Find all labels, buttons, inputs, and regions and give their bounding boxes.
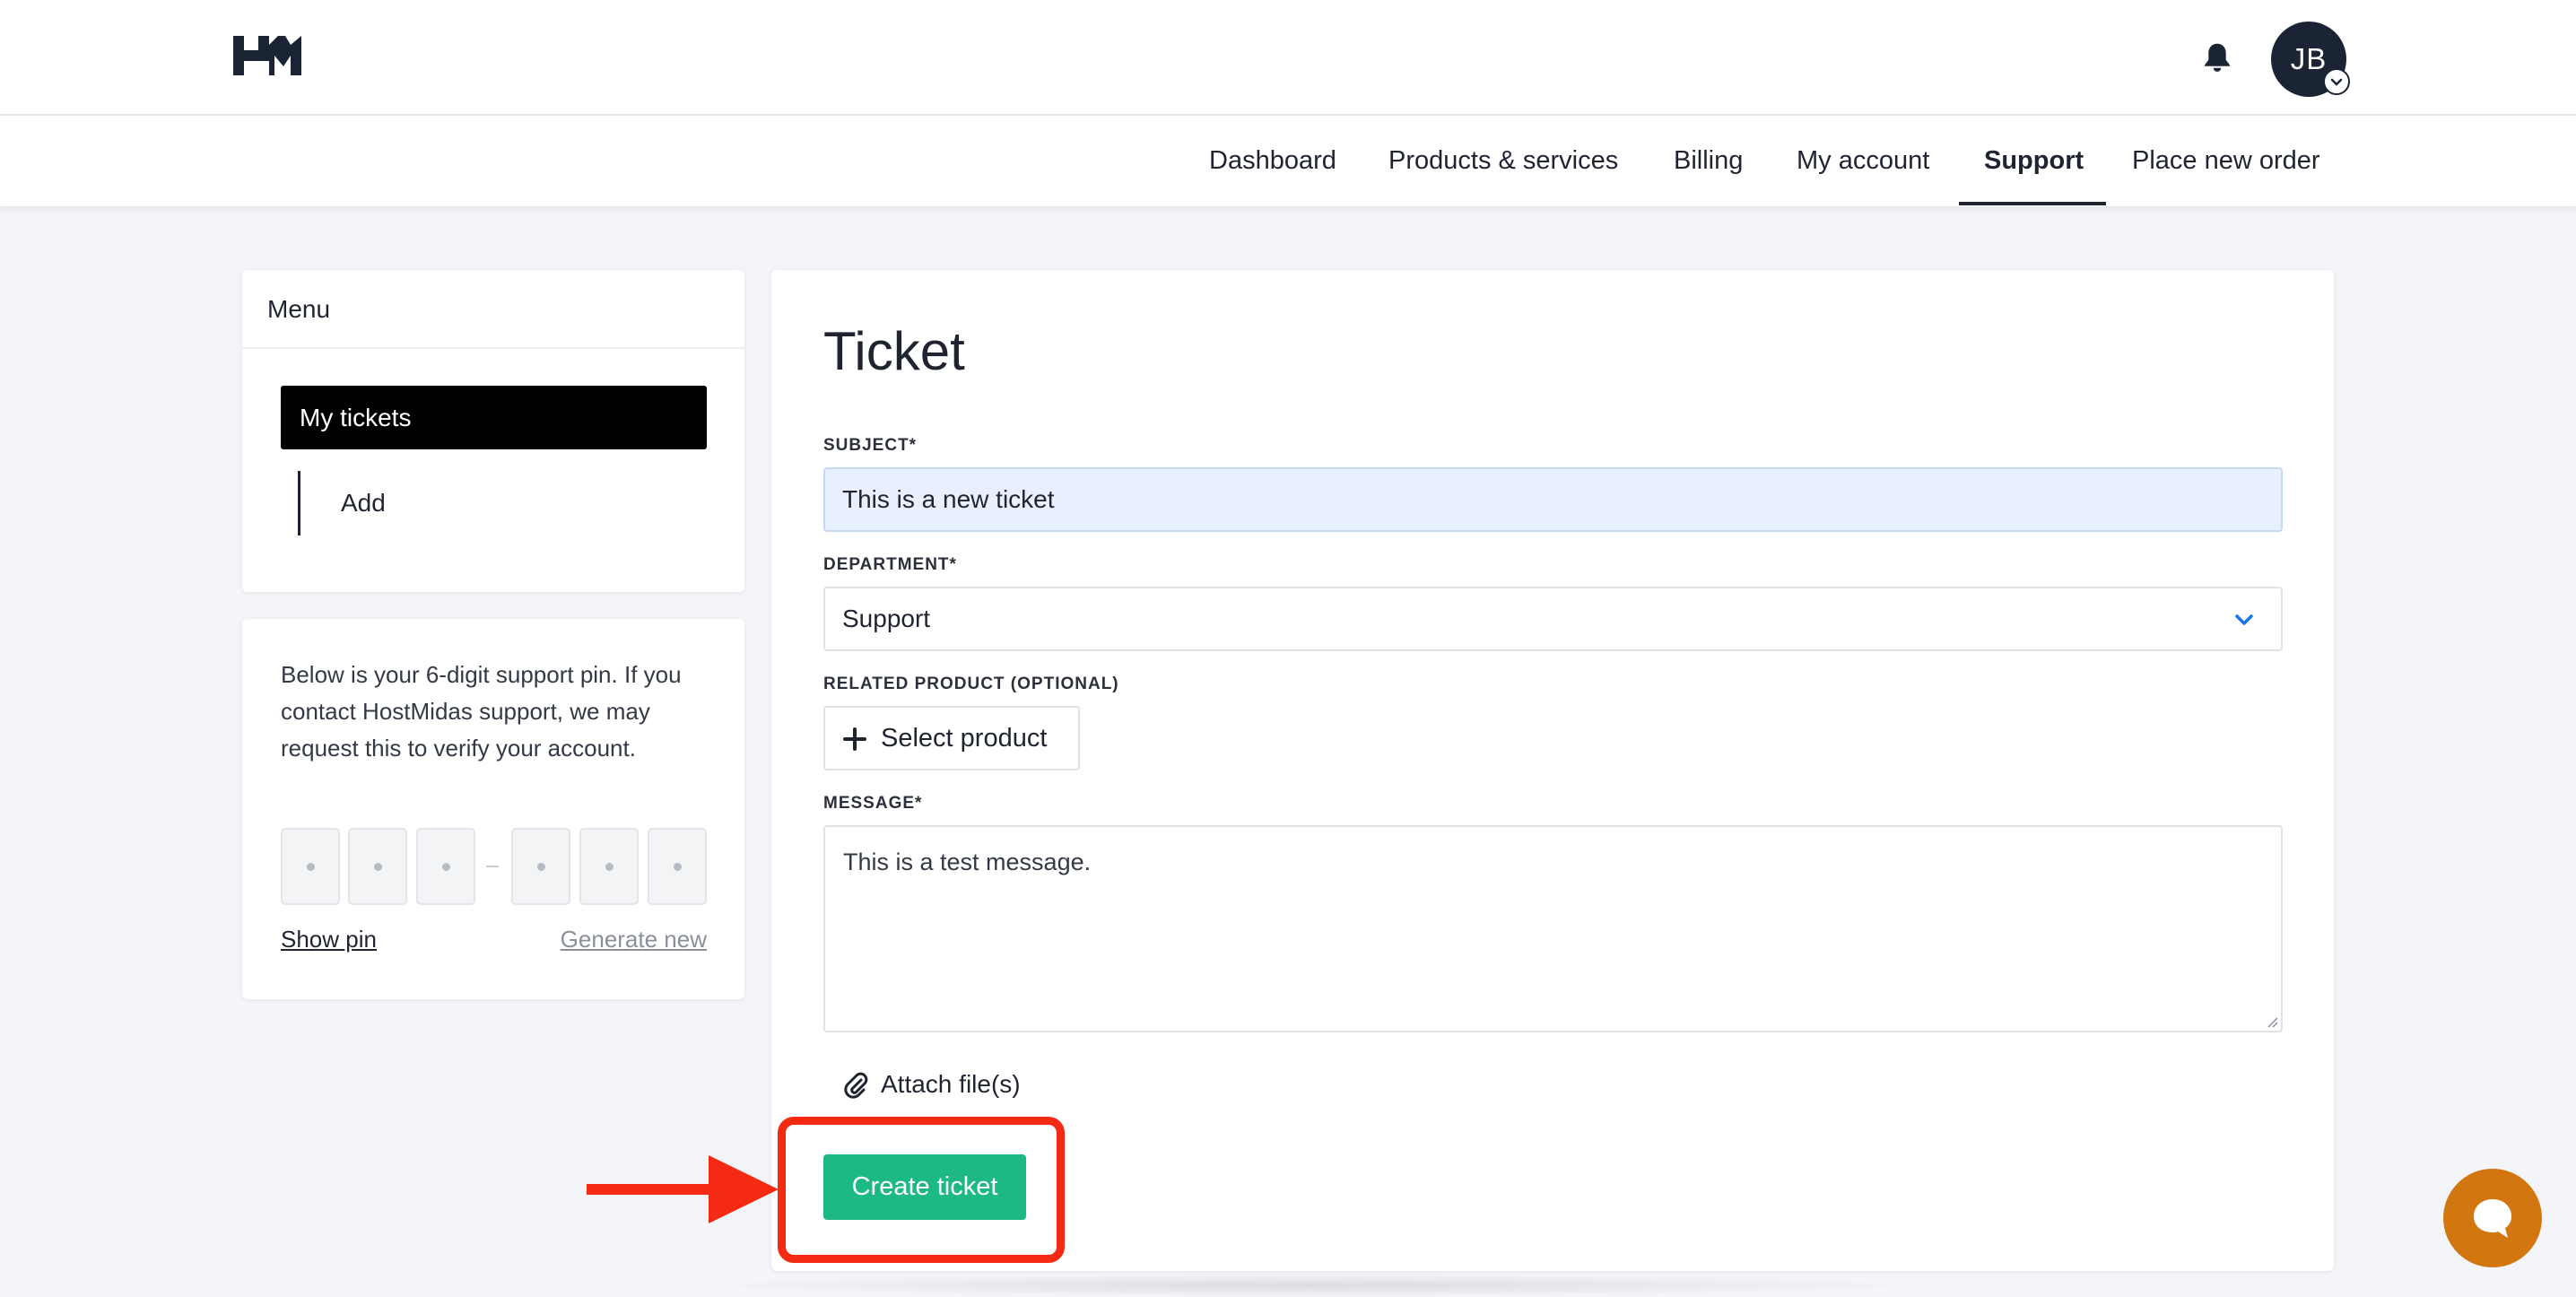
attach-files-label: Attach file(s) [881,1070,1021,1098]
nav-support[interactable]: Support [1984,116,2084,206]
arrow-annotation-icon [587,1155,779,1223]
generate-new-pin-link[interactable]: Generate new [561,926,707,953]
pin-separator [486,866,499,867]
chat-widget-button[interactable] [2443,1169,2542,1267]
main-nav: Dashboard Products & services Billing My… [0,116,2576,206]
hostmidas-logo-icon[interactable] [233,36,301,75]
pin-digit-3 [416,828,475,905]
message-label: MESSAGE* [823,794,923,813]
pin-digit-1 [281,828,340,905]
top-header: JB [0,0,2576,116]
pin-description: Below is your 6-digit support pin. If yo… [281,661,682,762]
attach-files-button[interactable]: Attach file(s) [843,1066,1021,1102]
nav-products-services[interactable]: Products & services [1388,116,1618,206]
subject-input[interactable]: This is a new ticket [823,467,2283,532]
support-pin-card: Below is your 6-digit support pin. If yo… [242,619,744,999]
nav-my-account[interactable]: My account [1797,116,1929,206]
nav-billing[interactable]: Billing [1674,116,1743,206]
department-label: DEPARTMENT* [823,555,957,574]
pin-digit-6 [648,828,707,905]
related-product-label: RELATED PRODUCT (OPTIONAL) [823,675,1119,693]
page-bottom-shadow [682,1274,1937,1297]
page-title: Ticket [823,321,965,381]
resize-handle-icon[interactable] [2264,1014,2278,1028]
message-text: This is a test message. [843,849,1092,875]
department-selected-value: Support [842,605,931,632]
paperclip-icon [844,1072,868,1099]
sidebar-item-my-tickets[interactable]: My tickets [281,386,707,449]
sidebar-sub-indicator [298,471,300,535]
select-product-button[interactable]: Select product [823,706,1080,770]
sidebar-menu-card: Menu My tickets Add [242,270,744,592]
plus-icon [843,727,866,751]
select-product-label: Select product [881,724,1048,753]
pin-digit-2 [348,828,407,905]
pin-digit-4 [511,828,570,905]
nav-dashboard[interactable]: Dashboard [1209,116,1336,206]
sidebar-item-add[interactable]: Add [341,482,386,525]
message-textarea[interactable]: This is a test message. [823,825,2283,1032]
pin-digit-5 [579,828,639,905]
department-select[interactable]: Support [823,587,2283,651]
highlight-annotation [778,1117,1065,1263]
bell-icon[interactable] [2202,41,2232,74]
sidebar-title: Menu [242,270,744,349]
show-pin-link[interactable]: Show pin [281,926,377,953]
nav-active-indicator [1959,202,2106,205]
chat-bubble-icon [2474,1199,2511,1238]
chevron-down-icon [2330,78,2343,86]
nav-place-new-order[interactable]: Place new order [2132,116,2320,206]
chevron-down-icon [2235,614,2253,625]
avatar-menu-toggle[interactable] [2323,68,2350,95]
avatar-initials: JB [2290,42,2328,75]
subject-label: SUBJECT* [823,436,918,455]
